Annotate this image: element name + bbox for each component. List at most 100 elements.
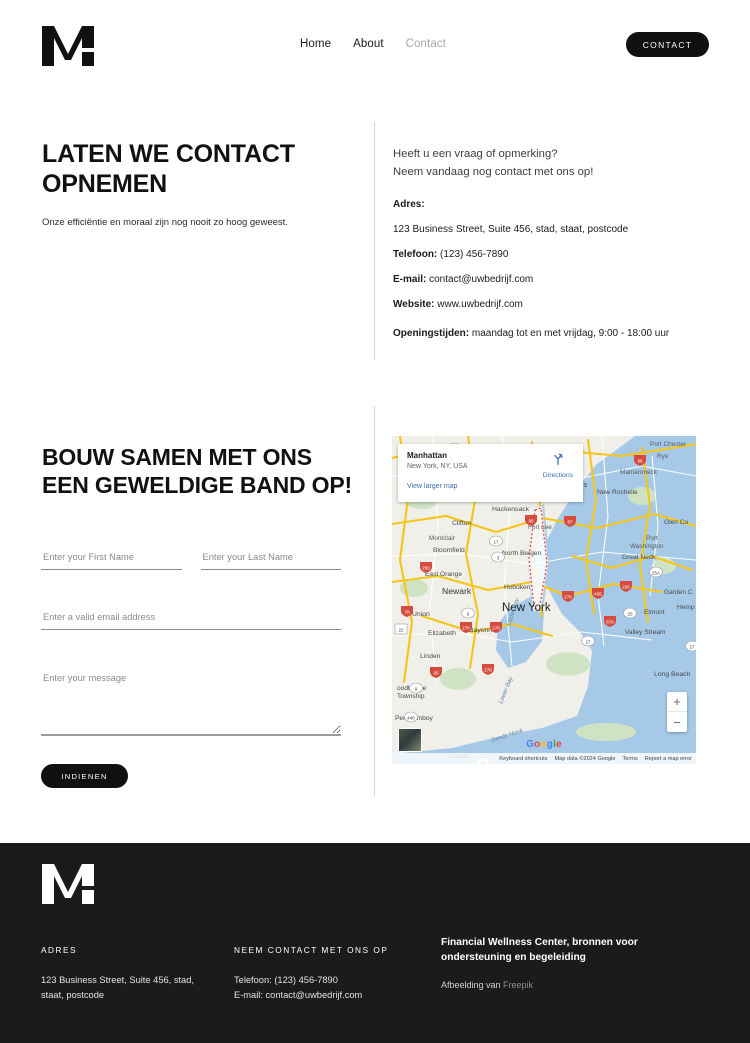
- svg-text:278: 278: [484, 667, 492, 672]
- contact-detail-website: Website: www.uwbedrijf.com: [393, 298, 523, 310]
- map-attribution-bar: Keyboard shortcuts Map data ©2024 Google…: [392, 753, 696, 764]
- map-water-label: Sandy Hook: [491, 728, 525, 744]
- svg-text:278: 278: [564, 594, 572, 599]
- map-place-label: North Bergen: [502, 550, 542, 557]
- map-route-shield: 495: [592, 588, 604, 599]
- footer-credit-link[interactable]: Freepik: [503, 980, 533, 990]
- footer-promo-title: Financial Wellness Center, bronnen voor …: [441, 937, 638, 964]
- map-keyboard-shortcuts[interactable]: Keyboard shortcuts: [499, 756, 547, 762]
- footer-phone: Telefoon: (123) 456-7890: [234, 975, 338, 986]
- google-map[interactable]: Port ChesterRyeMamaroneckersNew Rochelle…: [392, 436, 696, 764]
- map-place-label: New Rochelle: [597, 489, 638, 496]
- map-route-shield: 27: [581, 635, 595, 647]
- nav-item-contact[interactable]: Contact: [406, 38, 446, 50]
- map-route-shield: 9: [461, 607, 475, 619]
- m-logo-icon: [42, 26, 94, 66]
- m-logo[interactable]: [42, 26, 94, 66]
- contact-info-block: Heeft u een vraag of opmerking? Neem van…: [393, 145, 693, 356]
- map-route-shield: 295: [620, 581, 632, 592]
- site-footer: ADRES 123 Business Street, Suite 456, st…: [0, 843, 750, 1043]
- map-place-label: Port Chester: [650, 441, 687, 448]
- first-name-input[interactable]: [41, 548, 182, 570]
- map-place-label: Hoboken: [504, 584, 531, 591]
- svg-text:27: 27: [689, 644, 695, 649]
- view-larger-map-link[interactable]: View larger map: [407, 483, 574, 490]
- map-zoom-in-button[interactable]: +: [667, 692, 687, 712]
- last-name-input[interactable]: [200, 548, 341, 570]
- footer-email: E-mail: contact@uwbedrijf.com: [234, 990, 363, 1001]
- svg-text:22: 22: [398, 627, 404, 632]
- map-place-label: Mamaroneck: [620, 469, 658, 476]
- svg-text:440: 440: [407, 715, 415, 720]
- svg-text:495: 495: [594, 591, 602, 596]
- email-input[interactable]: [41, 608, 341, 630]
- map-data-credit: Map data ©2024 Google: [554, 755, 616, 762]
- map-place-label: Linden: [420, 653, 441, 660]
- map-place-label: Long Beach: [654, 671, 691, 678]
- contact-details-list: Adres: 123 Business Street, Suite 456, s…: [393, 199, 693, 344]
- form-section-title: BOUW SAMEN MET ONS EEN GEWELDIGE BAND OP…: [42, 444, 352, 499]
- map-terms-link[interactable]: Terms: [623, 756, 638, 762]
- footer-heading-address: ADRES: [41, 945, 78, 955]
- nav-item-home[interactable]: Home: [300, 38, 331, 50]
- m-logo-footer[interactable]: [42, 863, 94, 905]
- map-place-label: Washington: [630, 543, 664, 550]
- contact-detail-email: E-mail: contact@uwbedrijf.com: [393, 273, 534, 285]
- section-divider-bottom: [374, 406, 375, 796]
- map-place-label: Glen Co: [664, 519, 689, 526]
- name-row: [41, 548, 341, 570]
- svg-text:295: 295: [622, 584, 630, 589]
- footer-column-promo: Financial Wellness Center, bronnen voor …: [441, 935, 711, 990]
- map-place-label: Montclair: [429, 535, 456, 542]
- map-place-label: Clifton: [452, 520, 471, 527]
- footer-heading-contact: NEEM CONTACT MET ONS OP: [234, 945, 389, 955]
- map-place-label: Rye: [657, 453, 669, 460]
- contact-form: INDIENEN: [41, 548, 341, 788]
- svg-text:25A: 25A: [652, 570, 661, 575]
- submit-button[interactable]: INDIENEN: [41, 764, 128, 788]
- map-directions-button[interactable]: Directions: [543, 452, 573, 479]
- google-logo: Google: [526, 739, 562, 750]
- map-report-error-link[interactable]: Report a map error: [645, 756, 692, 762]
- contact-detail-address-value: 123 Business Street, Suite 456, stad, st…: [393, 223, 629, 235]
- map-route-shield: 9: [409, 682, 423, 694]
- map-route-shield: 17: [489, 535, 503, 547]
- map-place-label: Newark: [442, 586, 472, 596]
- site-header: Home About Contact CONTACT: [0, 0, 750, 90]
- map-streetview-thumbnail[interactable]: [398, 728, 422, 752]
- footer-image-credit: Afbeelding van Freepik: [441, 980, 711, 990]
- map-place-label: Bloomfield: [433, 547, 465, 554]
- contact-detail-address-label: Adres:: [393, 198, 425, 210]
- contact-detail-hours: Openingstijden: maandag tot en met vrijd…: [393, 327, 670, 339]
- map-zoom-out-button[interactable]: −: [667, 712, 687, 732]
- header-contact-button[interactable]: CONTACT: [626, 32, 709, 57]
- contact-page: Home About Contact CONTACT LATEN WE CONT…: [0, 0, 750, 1043]
- map-place-label: Great Neck: [622, 554, 656, 561]
- map-route-shield: 3: [491, 551, 505, 563]
- directions-icon: [554, 453, 563, 465]
- contact-detail-phone: Telefoon: (123) 456-7890: [393, 248, 509, 260]
- message-textarea[interactable]: [41, 668, 341, 736]
- map-place-label: Hackensack: [492, 506, 530, 513]
- map-route-shield: 95: [430, 667, 442, 678]
- map-route-shield: 678: [604, 616, 616, 627]
- nav-item-about[interactable]: About: [353, 38, 384, 50]
- main-nav: Home About Contact: [300, 38, 446, 50]
- intro-line-1: Heeft u een vraag of opmerking?: [393, 148, 558, 160]
- map-place-label: East Orange: [425, 571, 462, 578]
- svg-text:95: 95: [528, 518, 534, 523]
- svg-text:17: 17: [493, 539, 499, 544]
- map-place-label: Elizabeth: [428, 630, 456, 637]
- svg-text:95: 95: [433, 670, 439, 675]
- map-route-shield: 25A: [649, 566, 663, 578]
- map-place-label: Valley Stream: [625, 629, 666, 636]
- map-route-shield: 440: [404, 711, 418, 723]
- svg-text:95: 95: [637, 458, 643, 463]
- footer-credit-prefix: Afbeelding van: [441, 979, 504, 990]
- svg-text:678: 678: [606, 619, 614, 624]
- map-info-card[interactable]: Manhattan New York, NY, USA View larger …: [398, 444, 583, 502]
- section-divider-top: [374, 122, 375, 360]
- map-place-label: Union: [412, 611, 430, 618]
- intro-line-2: Neem vandaag nog contact met ons op!: [393, 166, 594, 179]
- svg-text:87: 87: [567, 519, 573, 524]
